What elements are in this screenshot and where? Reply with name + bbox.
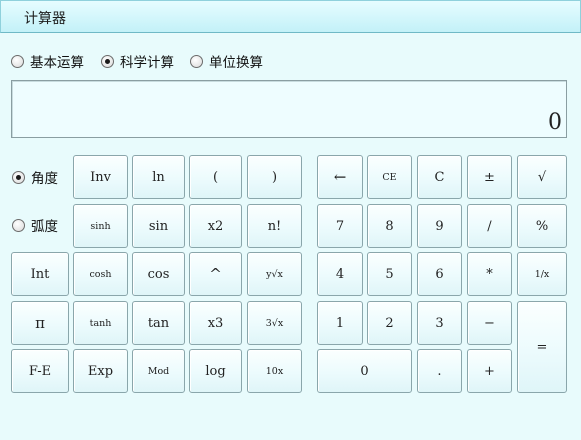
key-reciprocal[interactable]: 1/x	[517, 252, 567, 296]
mode-basic-label: 基本运算	[30, 55, 84, 71]
radio-circle-icon	[12, 218, 25, 232]
result-display: 0	[11, 80, 567, 138]
key-cube-root[interactable]: 3√x	[247, 301, 302, 345]
key-5[interactable]: 5	[367, 252, 412, 296]
key-clear[interactable]: C	[417, 155, 462, 199]
key-sin[interactable]: sin	[132, 204, 185, 248]
mode-basic-radio[interactable]: 基本运算	[11, 51, 84, 71]
key-equals[interactable]: =	[517, 301, 567, 393]
mode-unit-radio[interactable]: 单位换算	[190, 51, 263, 71]
key-1[interactable]: 1	[317, 301, 363, 345]
key-9[interactable]: 9	[417, 204, 462, 248]
key-4[interactable]: 4	[317, 252, 363, 296]
key-cosh[interactable]: cosh	[73, 252, 128, 296]
key-int[interactable]: Int	[11, 252, 69, 296]
key-log[interactable]: log	[189, 349, 242, 393]
key-sinh[interactable]: sinh	[73, 204, 128, 248]
radio-checked-icon	[101, 54, 114, 68]
key-negate[interactable]: ±	[467, 155, 512, 199]
key-tanh[interactable]: tanh	[73, 301, 128, 345]
radio-checked-icon	[12, 170, 25, 184]
key-7[interactable]: 7	[317, 204, 363, 248]
key-6[interactable]: 6	[417, 252, 462, 296]
key-2[interactable]: 2	[367, 301, 412, 345]
key-0[interactable]: 0	[317, 349, 412, 393]
key-clear-entry[interactable]: CE	[367, 155, 412, 199]
mode-scientific-radio[interactable]: 科学计算	[101, 51, 174, 71]
angle-degrees-label: 角度	[31, 171, 58, 187]
window-title: 计算器	[24, 11, 66, 27]
key-cos[interactable]: cos	[132, 252, 185, 296]
key-x-cubed[interactable]: x3	[189, 301, 242, 345]
key-ten-power-x[interactable]: 10x	[247, 349, 302, 393]
key-inv[interactable]: Inv	[73, 155, 128, 199]
mode-scientific-label: 科学计算	[120, 55, 174, 71]
key-3[interactable]: 3	[417, 301, 462, 345]
key-close-paren[interactable]: )	[247, 155, 302, 199]
key-f-e[interactable]: F-E	[11, 349, 69, 393]
title-bar: 计算器	[0, 0, 581, 33]
key-sqrt[interactable]: √	[517, 155, 567, 199]
key-y-root-x[interactable]: y√x	[247, 252, 302, 296]
key-percent[interactable]: %	[517, 204, 567, 248]
key-tan[interactable]: tan	[132, 301, 185, 345]
key-subtract[interactable]: −	[467, 301, 512, 345]
key-divide[interactable]: /	[467, 204, 512, 248]
angle-radians-radio[interactable]: 弧度	[12, 215, 58, 235]
key-power[interactable]: ^	[189, 252, 242, 296]
key-factorial[interactable]: n!	[247, 204, 302, 248]
key-8[interactable]: 8	[367, 204, 412, 248]
angle-degrees-radio[interactable]: 角度	[12, 167, 58, 187]
key-exp[interactable]: Exp	[73, 349, 128, 393]
display-value: 0	[548, 110, 562, 135]
key-multiply[interactable]: *	[467, 252, 512, 296]
key-decimal[interactable]: .	[417, 349, 462, 393]
key-open-paren[interactable]: (	[189, 155, 242, 199]
key-ln[interactable]: ln	[132, 155, 185, 199]
key-mod[interactable]: Mod	[132, 349, 185, 393]
radio-circle-icon	[190, 54, 203, 68]
mode-unit-label: 单位换算	[209, 55, 263, 71]
key-pi[interactable]: π	[11, 301, 69, 345]
key-add[interactable]: +	[467, 349, 512, 393]
key-backspace[interactable]: ←	[317, 155, 363, 199]
radio-circle-icon	[11, 54, 24, 68]
angle-radians-label: 弧度	[31, 219, 58, 235]
key-x-squared[interactable]: x2	[189, 204, 242, 248]
